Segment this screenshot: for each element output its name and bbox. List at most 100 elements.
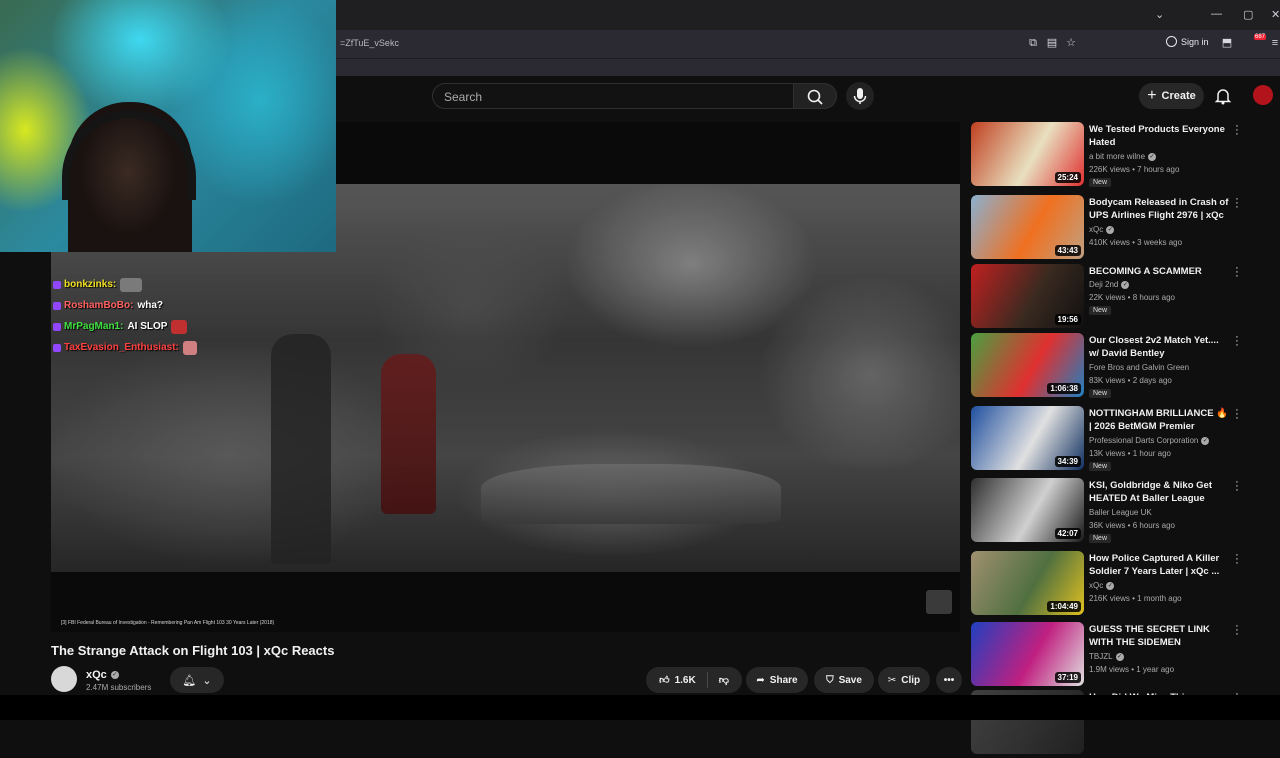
recommended-channel[interactable]: xQc ✓ — [1089, 225, 1115, 234]
dislike-button[interactable]: 👎︎ — [719, 674, 729, 686]
microphone-icon — [853, 88, 867, 104]
tab-list-icon[interactable]: ⌄ — [1155, 8, 1164, 21]
recommended-channel[interactable]: Deji 2nd ✓ — [1089, 280, 1130, 289]
voice-search-button[interactable] — [846, 82, 874, 110]
recommended-video-title[interactable]: BECOMING A SCAMMER — [1089, 265, 1229, 278]
new-badge: New — [1089, 306, 1112, 315]
like-button[interactable]: 👍︎ 1.6K — [659, 674, 696, 687]
video-duration: 1:04:49 — [1047, 601, 1081, 612]
plus-icon: + — [1147, 87, 1157, 104]
recommended-video[interactable]: 42:07 KSI, Goldbridge & Niko Get HEATED A… — [971, 477, 1251, 546]
video-thumbnail[interactable]: 37:19 — [971, 622, 1084, 686]
recommended-channel[interactable]: TBJZL ✓ — [1089, 652, 1124, 661]
save-button[interactable]: ⛉ Save — [814, 667, 874, 693]
recommended-video[interactable]: 19:56 BECOMING A SCAMMER Deji 2nd ✓ 22K view… — [971, 263, 1251, 332]
verified-icon: ✓ — [1121, 280, 1130, 289]
recommended-channel[interactable]: Fore Bros and Galvin Green — [1089, 363, 1189, 372]
share-arrow-icon: ➦ — [756, 674, 765, 686]
more-options-icon[interactable]: ··· — [1234, 477, 1240, 496]
clip-label: Clip — [901, 674, 921, 686]
recommended-video[interactable]: 1:04:49 How Police Captured A Killer Sold… — [971, 550, 1251, 619]
video-debris — [481, 464, 781, 524]
recommended-channel[interactable]: Baller League UK — [1089, 508, 1152, 517]
close-window-icon[interactable]: ✕ — [1271, 8, 1280, 21]
bell-icon — [1214, 89, 1232, 105]
maximize-icon[interactable]: ▢ — [1243, 8, 1253, 21]
clip-button[interactable]: ✂ Clip — [878, 667, 930, 693]
new-badge: New — [1089, 534, 1112, 543]
verified-icon: ✓ — [1148, 152, 1157, 161]
like-dislike-group: 👍︎ 1.6K 👎︎ — [646, 667, 742, 693]
channel-avatar[interactable] — [51, 666, 77, 692]
bookmark-star-icon[interactable]: ☆ — [1064, 36, 1078, 50]
video-thumbnail[interactable]: 1:04:49 — [971, 551, 1084, 615]
extensions-icon[interactable]: ⬒ — [1220, 36, 1234, 50]
recommended-video[interactable]: 34:39 NOTTINGHAM BRILLIANCE 🔥 | 2026 BetM… — [971, 405, 1251, 474]
chat-text: wha? — [137, 300, 164, 311]
menu-icon[interactable]: ≡ — [1268, 36, 1280, 50]
emote-icon — [120, 277, 143, 292]
recommended-channel[interactable]: a bit more wilne ✓ — [1089, 152, 1157, 161]
account-avatar[interactable] — [1253, 85, 1273, 105]
video-thumbnail[interactable]: 19:56 — [971, 264, 1084, 328]
extension-button[interactable]: 687 — [1251, 34, 1267, 48]
search-icon — [807, 89, 823, 105]
more-options-icon[interactable]: ··· — [1234, 621, 1240, 640]
chat-message: TaxEvasion_Enthusiast: — [53, 337, 253, 358]
chat-message: bonkzinks: — [53, 274, 253, 295]
more-options-icon[interactable]: ··· — [1234, 550, 1240, 569]
recommended-video[interactable]: 1:06:38 Our Closest 2v2 Match Yet.... w/ … — [971, 332, 1251, 401]
recommended-channel-name: TBJZL — [1089, 652, 1113, 661]
channel-name[interactable]: xQc ✓ — [86, 669, 119, 681]
url-text[interactable]: =ZfTuE_vSekc — [340, 38, 399, 48]
recommended-channel-name: Fore Bros and Galvin Green — [1089, 363, 1190, 372]
search-placeholder: Search — [444, 90, 483, 104]
recommended-channel[interactable]: Professional Darts Corporation ✓ — [1089, 436, 1210, 445]
more-options-icon[interactable]: ··· — [1234, 405, 1240, 424]
share-button[interactable]: ➦ Share — [746, 667, 808, 693]
channel-watermark-icon[interactable] — [926, 590, 952, 614]
recommended-video-title[interactable]: Our Closest 2v2 Match Yet.... w/ David B… — [1089, 334, 1229, 360]
notifications-button[interactable] — [1212, 85, 1234, 107]
recommended-video[interactable]: 37:19 GUESS THE SECRET LINK WITH THE SIDE… — [971, 621, 1251, 690]
search-button[interactable] — [793, 83, 837, 109]
video-duration: 37:19 — [1054, 672, 1081, 683]
stream-chat-overlay: bonkzinks: RoshamBoBo: wha? MrPagMan1: A… — [53, 274, 253, 358]
recommended-video-meta: 83K views • 2 days ago — [1089, 376, 1172, 385]
scissors-icon: ✂ — [887, 674, 897, 686]
video-thumbnail[interactable]: 34:39 — [971, 406, 1084, 470]
recommended-video-title[interactable]: We Tested Products Everyone Hated — [1089, 123, 1229, 149]
recommended-video-meta: 36K views • 6 hours ago — [1089, 521, 1175, 530]
subscriber-badge-icon — [53, 343, 61, 352]
recommended-video-title[interactable]: How Police Captured A Killer Soldier 7 Y… — [1089, 552, 1229, 578]
recommended-video-title[interactable]: KSI, Goldbridge & Niko Get HEATED At Bal… — [1089, 479, 1229, 506]
video-thumbnail[interactable]: 43:43 — [971, 195, 1084, 259]
more-options-icon[interactable]: ··· — [1234, 121, 1240, 140]
more-options-icon[interactable]: ··· — [1234, 332, 1240, 351]
video-thumbnail[interactable]: 42:07 — [971, 478, 1084, 542]
recommended-video[interactable]: 25:24 We Tested Products Everyone Hated a … — [971, 121, 1251, 190]
recommended-video-title[interactable]: GUESS THE SECRET LINK WITH THE SIDEMEN — [1089, 623, 1229, 649]
minimize-icon[interactable]: — — [1211, 8, 1222, 20]
sign-in-button[interactable]: Sign in — [1166, 36, 1209, 47]
video-duration: 25:24 — [1054, 172, 1081, 183]
recommended-channel-name: Professional Darts Corporation — [1089, 436, 1199, 445]
video-thumbnail[interactable]: 1:06:38 — [971, 333, 1084, 397]
more-options-icon[interactable]: ··· — [1234, 194, 1240, 213]
reader-view-icon[interactable]: ▤ — [1045, 36, 1059, 50]
picture-in-picture-icon[interactable]: ⧉ — [1026, 36, 1040, 50]
more-actions-button[interactable]: ••• — [936, 667, 962, 693]
more-options-icon[interactable]: ··· — [1234, 263, 1240, 282]
recommended-video[interactable]: 43:43 Bodycam Released in Crash of UPS Ai… — [971, 194, 1251, 263]
recommended-video-meta: 22K views • 8 hours ago — [1089, 293, 1175, 302]
emote-icon — [171, 319, 188, 334]
notification-settings-button[interactable]: 🔔︎ ⌄ — [170, 667, 224, 693]
create-button[interactable]: + Create — [1139, 83, 1204, 109]
search-input[interactable]: Search — [432, 83, 794, 109]
video-duration: 34:39 — [1054, 456, 1081, 467]
subscriber-badge-icon — [53, 301, 61, 310]
recommended-video-title[interactable]: Bodycam Released in Crash of UPS Airline… — [1089, 196, 1229, 223]
video-thumbnail[interactable]: 25:24 — [971, 122, 1084, 186]
recommended-video-title[interactable]: NOTTINGHAM BRILLIANCE 🔥 | 2026 BetMGM Pr… — [1089, 407, 1229, 434]
recommended-channel[interactable]: xQc ✓ — [1089, 581, 1115, 590]
